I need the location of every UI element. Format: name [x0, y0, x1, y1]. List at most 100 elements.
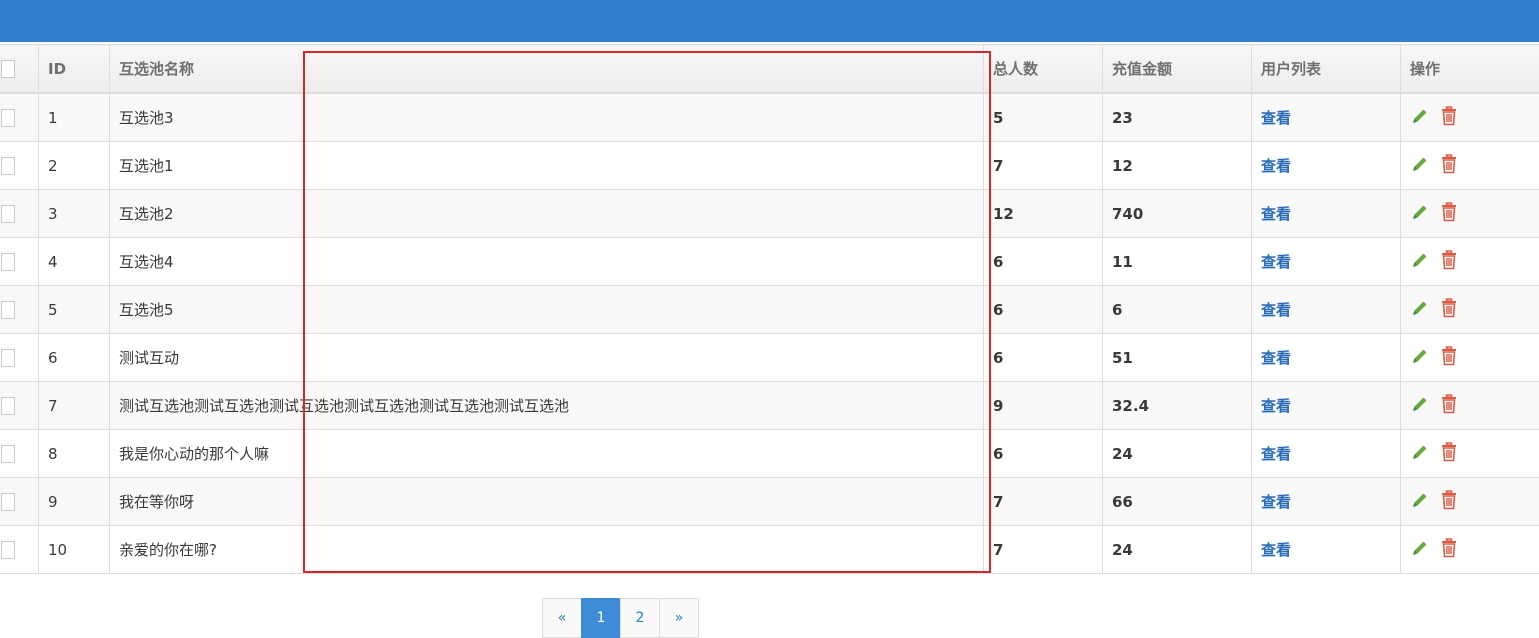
row-select-cell[interactable]	[0, 334, 39, 382]
row-select-cell[interactable]	[0, 142, 39, 190]
row-select-cell[interactable]	[0, 382, 39, 430]
table-row: 2互选池1712 查看	[0, 142, 1539, 190]
pencil-icon[interactable]	[1410, 106, 1430, 130]
pool-table: ID 互选池名称 总人数 充值金额 用户列表 操作 1互选池3523查看2互选池…	[0, 44, 1539, 574]
trash-icon[interactable]	[1440, 490, 1458, 514]
trash-icon[interactable]	[1440, 202, 1458, 226]
row-ops-cell	[1401, 142, 1539, 190]
row-select-cell[interactable]	[0, 93, 39, 142]
pagination-next[interactable]: »	[659, 598, 699, 638]
view-users-link[interactable]: 查看	[1261, 349, 1291, 367]
row-pool-name: 测试互动	[110, 334, 984, 382]
table-row: 7测试互选池测试互选池测试互选池测试互选池测试互选池测试互选池932.4查看	[0, 382, 1539, 430]
pencil-icon[interactable]	[1410, 538, 1430, 562]
view-users-link[interactable]: 查看	[1261, 493, 1291, 511]
row-select-cell[interactable]	[0, 526, 39, 574]
row-checkbox[interactable]	[1, 541, 15, 559]
row-id: 5	[39, 286, 110, 334]
trash-icon[interactable]	[1440, 250, 1458, 274]
row-pool-name: 测试互选池测试互选池测试互选池测试互选池测试互选池测试互选池	[110, 382, 984, 430]
row-checkbox[interactable]	[1, 397, 15, 415]
view-users-link[interactable]: 查看	[1261, 301, 1291, 319]
row-pool-name: 互选池4	[110, 238, 984, 286]
row-ops-cell	[1401, 286, 1539, 334]
trash-icon[interactable]	[1440, 154, 1458, 178]
table-row: 5互选池566查看	[0, 286, 1539, 334]
row-users-cell: 查看	[1252, 286, 1401, 334]
row-ops-cell	[1401, 478, 1539, 526]
trash-icon[interactable]	[1440, 538, 1458, 562]
row-checkbox[interactable]	[1, 205, 15, 223]
pencil-icon[interactable]	[1410, 490, 1430, 514]
row-select-cell[interactable]	[0, 478, 39, 526]
column-header-ops: 操作	[1401, 45, 1539, 94]
trash-icon[interactable]	[1440, 106, 1458, 130]
column-header-name[interactable]: 互选池名称	[110, 45, 984, 94]
table-row: 1互选池3523查看	[0, 93, 1539, 142]
row-ops-cell	[1401, 190, 1539, 238]
table-row: 10亲爱的你在哪?724查看	[0, 526, 1539, 574]
row-checkbox[interactable]	[1, 493, 15, 511]
pagination: « 1 2 »	[543, 598, 699, 638]
trash-icon[interactable]	[1440, 442, 1458, 466]
row-id: 9	[39, 478, 110, 526]
view-users-link[interactable]: 查看	[1261, 157, 1291, 175]
pencil-icon[interactable]	[1410, 442, 1430, 466]
row-users-cell: 查看	[1252, 190, 1401, 238]
pencil-icon[interactable]	[1410, 346, 1430, 370]
pagination-prev[interactable]: «	[542, 598, 582, 638]
row-pool-name: 互选池2	[110, 190, 984, 238]
column-header-amount[interactable]: 充值金额	[1103, 45, 1252, 94]
row-select-cell[interactable]	[0, 430, 39, 478]
select-all-header[interactable]	[0, 45, 39, 94]
pagination-page-1[interactable]: 1	[581, 598, 621, 638]
pool-table-wrap: ID 互选池名称 总人数 充值金额 用户列表 操作 1互选池3523查看2互选池…	[0, 44, 1539, 574]
row-pool-name: 互选池1	[110, 142, 984, 190]
view-users-link[interactable]: 查看	[1261, 253, 1291, 271]
view-users-link[interactable]: 查看	[1261, 445, 1291, 463]
row-amount: 12	[1103, 142, 1252, 190]
table-row: 3互选池212740查看	[0, 190, 1539, 238]
view-users-link[interactable]: 查看	[1261, 109, 1291, 127]
table-header-row: ID 互选池名称 总人数 充值金额 用户列表 操作	[0, 45, 1539, 94]
row-total: 12	[984, 190, 1103, 238]
row-users-cell: 查看	[1252, 334, 1401, 382]
pencil-icon[interactable]	[1410, 250, 1430, 274]
pagination-page-2[interactable]: 2	[620, 598, 660, 638]
trash-icon[interactable]	[1440, 298, 1458, 322]
table-row: 6测试互动651查看	[0, 334, 1539, 382]
view-users-link[interactable]: 查看	[1261, 397, 1291, 415]
row-pool-name: 互选池5	[110, 286, 984, 334]
table-row: 9我在等你呀766查看	[0, 478, 1539, 526]
row-select-cell[interactable]	[0, 238, 39, 286]
row-checkbox[interactable]	[1, 109, 15, 127]
column-header-total[interactable]: 总人数	[984, 45, 1103, 94]
trash-icon[interactable]	[1440, 346, 1458, 370]
row-amount: 66	[1103, 478, 1252, 526]
row-id: 10	[39, 526, 110, 574]
row-checkbox[interactable]	[1, 349, 15, 367]
row-id: 6	[39, 334, 110, 382]
view-users-link[interactable]: 查看	[1261, 541, 1291, 559]
row-pool-name: 互选池3	[110, 93, 984, 142]
row-checkbox[interactable]	[1, 157, 15, 175]
trash-icon[interactable]	[1440, 394, 1458, 418]
pencil-icon[interactable]	[1410, 202, 1430, 226]
view-users-link[interactable]: 查看	[1261, 205, 1291, 223]
row-checkbox[interactable]	[1, 301, 15, 319]
pencil-icon[interactable]	[1410, 298, 1430, 322]
row-select-cell[interactable]	[0, 190, 39, 238]
row-total: 6	[984, 430, 1103, 478]
row-users-cell: 查看	[1252, 478, 1401, 526]
row-users-cell: 查看	[1252, 526, 1401, 574]
pencil-icon[interactable]	[1410, 394, 1430, 418]
row-total: 7	[984, 142, 1103, 190]
pencil-icon[interactable]	[1410, 154, 1430, 178]
select-all-checkbox[interactable]	[1, 60, 15, 78]
row-id: 2	[39, 142, 110, 190]
row-select-cell[interactable]	[0, 286, 39, 334]
row-ops-cell	[1401, 382, 1539, 430]
row-checkbox[interactable]	[1, 253, 15, 271]
row-checkbox[interactable]	[1, 445, 15, 463]
column-header-id[interactable]: ID	[39, 45, 110, 94]
